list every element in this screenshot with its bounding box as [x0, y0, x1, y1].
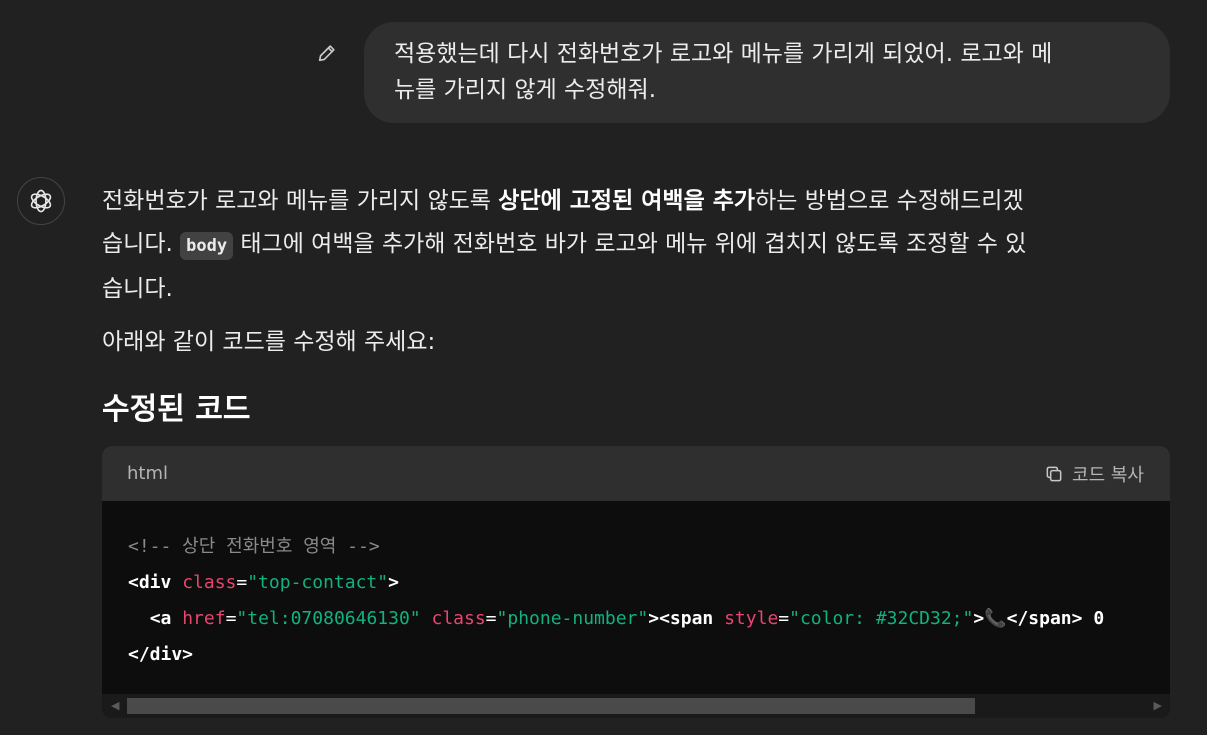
- section-heading: 수정된 코드: [102, 392, 251, 427]
- user-message-line-1: 적용했는데 다시 전화번호가 로고와 메뉴를 가리게 되었어. 로고와 메: [394, 41, 1053, 67]
- code-tag: >: [973, 608, 985, 629]
- assistant-paragraph-2: 아래와 같이 코드를 수정해 주세요:: [102, 329, 436, 355]
- code-block: html 코드 복사 <!-- 상단 전화번호 영역 --> <div class…: [102, 446, 1170, 718]
- code-attr: class: [431, 608, 486, 629]
- phone-emoji: 📞: [984, 608, 1007, 629]
- user-message-bubble: 적용했는데 다시 전화번호가 로고와 메뉴를 가리게 되었어. 로고와 메 뉴를…: [364, 22, 1170, 123]
- code-tag: <a: [149, 608, 183, 629]
- code-eq: =: [236, 572, 248, 593]
- code-eq: =: [778, 608, 790, 629]
- code-attr: class: [182, 572, 237, 593]
- copy-code-label: 코드 복사: [1072, 464, 1144, 486]
- inline-code-body: body: [180, 232, 234, 260]
- copy-code-button[interactable]: 코드 복사: [1044, 461, 1144, 487]
- user-message-line-2: 뉴를 가리지 않게 수정해줘.: [394, 77, 657, 103]
- code-string: "color: #32CD32;": [789, 608, 974, 629]
- pencil-icon[interactable]: [316, 42, 338, 64]
- code-string: "tel:07080646130": [236, 608, 421, 629]
- horizontal-scrollbar[interactable]: ◀ ▶: [102, 694, 1170, 718]
- assistant-avatar: [17, 177, 65, 225]
- code-block-header: html 코드 복사: [102, 446, 1170, 501]
- code-language-label: html: [127, 463, 169, 484]
- text-span: 하는 방법으로 수정해드리겠: [755, 188, 1024, 214]
- code-tag: </div>: [128, 644, 194, 665]
- code-line-1: <!-- 상단 전화번호 영역 -->: [128, 529, 1170, 565]
- code-comment: <!-- 상단 전화번호 영역 -->: [128, 536, 380, 557]
- code-line-3: <a href="tel:07080646130" class="phone-n…: [128, 601, 1170, 637]
- copy-icon: [1046, 466, 1062, 481]
- text-span: 습니다.: [102, 231, 181, 257]
- scrollbar-thumb[interactable]: [127, 698, 975, 714]
- code-content: <!-- 상단 전화번호 영역 --> <div class="top-conta…: [102, 501, 1170, 694]
- openai-logo-icon: [30, 189, 52, 213]
- code-tag: >: [388, 572, 399, 593]
- text-span: 태그에 여백을 추가해 전화번호 바가 로고와 메뉴 위에 겹치지 않도록 조정…: [233, 231, 1027, 257]
- text-span: 전화번호가 로고와 메뉴를 가리지 않도록: [102, 188, 499, 214]
- code-eq: =: [485, 608, 497, 629]
- code-attr: style: [724, 608, 779, 629]
- code-string: "top-contact": [247, 572, 389, 593]
- assistant-paragraph-1: 전화번호가 로고와 메뉴를 가리지 않도록 상단에 고정된 여백을 추가하는 방…: [102, 180, 1162, 311]
- scroll-left-arrow-icon[interactable]: ◀: [111, 699, 119, 712]
- bold-text: 상단에 고정된 여백을 추가: [498, 188, 756, 214]
- code-tag: <div: [128, 572, 183, 593]
- scroll-right-arrow-icon[interactable]: ▶: [1154, 699, 1162, 712]
- code-string: "phone-number": [496, 608, 649, 629]
- code-attr: href: [182, 608, 226, 629]
- code-line-2: <div class="top-contact">: [128, 565, 1170, 601]
- code-eq: =: [225, 608, 237, 629]
- assistant-message: 전화번호가 로고와 메뉴를 가리지 않도록 상단에 고정된 여백을 추가하는 방…: [102, 180, 1162, 364]
- code-tag: ><span: [648, 608, 725, 629]
- code-line-4: </div>: [128, 637, 1170, 673]
- text-span: 습니다.: [102, 276, 173, 302]
- code-tag: </span> 0: [1006, 608, 1105, 629]
